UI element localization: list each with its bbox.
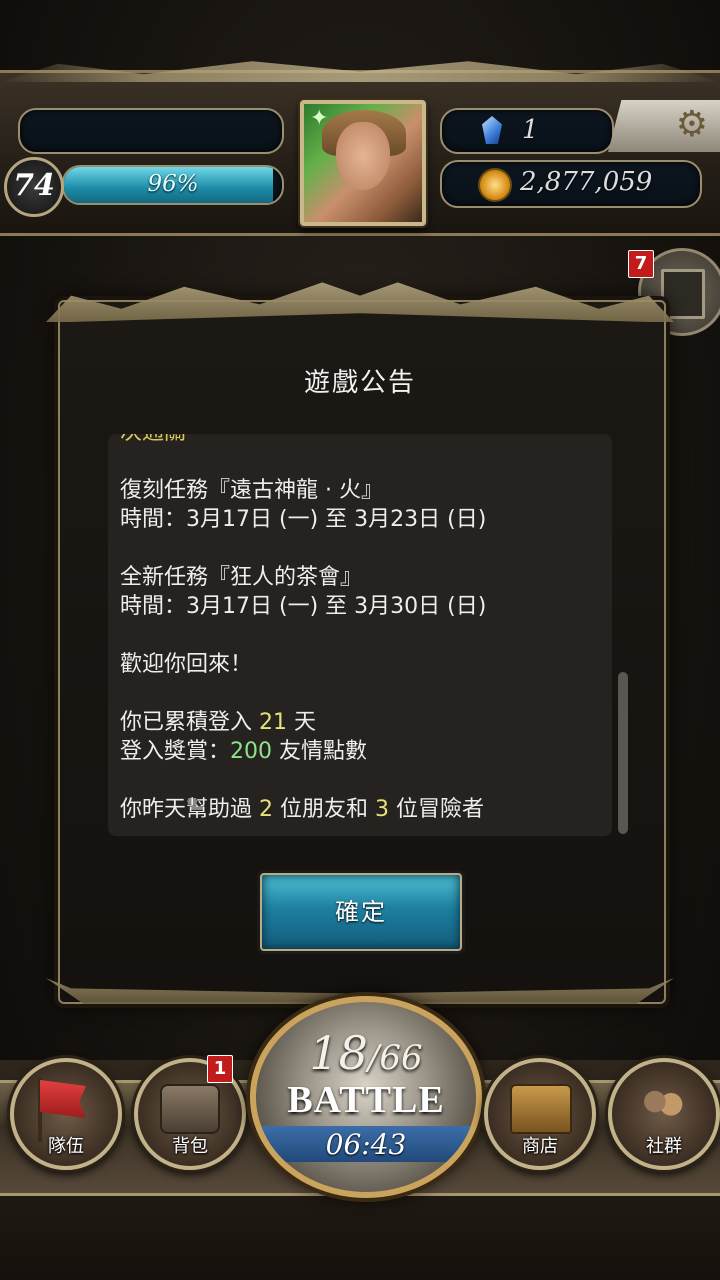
nav-bag-label: 背包 <box>172 1136 208 1157</box>
login-days-count: 21 <box>259 710 287 735</box>
login-days-prefix: 你已累積登入 <box>120 710 259 735</box>
stamina-max: /66 <box>367 1038 423 1078</box>
stamina-current: 18 <box>309 1026 368 1080</box>
nav-team-label: 隊伍 <box>48 1136 84 1157</box>
battle-label: BATTLE <box>287 1079 445 1121</box>
rerun-quest-title: 復刻任務『遠古神龍 · 火』 <box>120 478 383 503</box>
level-badge: 74 <box>4 157 64 217</box>
gem-icon <box>482 116 502 144</box>
helped-adventurers-count: 3 <box>375 797 389 822</box>
nav-shop-label: 商店 <box>522 1136 558 1157</box>
helped-friends-count: 2 <box>259 797 273 822</box>
treasure-chest-icon <box>510 1084 572 1134</box>
portrait-face <box>336 122 390 190</box>
nav-social-label: 社群 <box>646 1136 682 1157</box>
stamina-counter: 18/66 <box>256 1026 476 1080</box>
element-leaf-icon: ✦ <box>310 106 329 131</box>
helped-middle: 位朋友和 <box>273 797 375 822</box>
new-quest-time: 時間：3月17日 (一) 至 3月30日 (日) <box>120 594 487 619</box>
dialog-title: 遊戲公告 <box>303 368 416 398</box>
login-days-suffix: 天 <box>287 710 316 735</box>
login-days-line: 你已累積登入 21 天 <box>120 708 592 737</box>
login-reward-amount: 200 <box>230 739 273 764</box>
character-portrait[interactable]: ✦ <box>300 100 426 226</box>
login-reward-suffix: 友情點數 <box>272 739 368 764</box>
helped-prefix: 你昨天幫助過 <box>120 797 259 822</box>
exp-percent: 96% <box>147 171 199 197</box>
notice-content: 次通關 復刻任務『遠古神龍 · 火』 時間：3月17日 (一) 至 3月23日 … <box>120 434 592 824</box>
gold-counter: 2,877,059 <box>440 160 702 208</box>
rerun-quest-time: 時間：3月17日 (一) 至 3月23日 (日) <box>120 507 487 532</box>
confirm-button[interactable]: 確定 <box>260 873 462 951</box>
backpack-icon <box>160 1084 220 1134</box>
gold-coin-icon <box>478 168 512 202</box>
settings-button[interactable]: ⚙ <box>608 100 720 152</box>
gold-amount: 2,877,059 <box>520 167 653 197</box>
notice-clipped-line: 次通關 <box>120 434 592 447</box>
notice-scroll-area[interactable]: 次通關 復刻任務『遠古神龍 · 火』 時間：3月17日 (一) 至 3月23日 … <box>108 434 612 836</box>
stamina-timer: 06:43 <box>325 1128 407 1161</box>
nav-team-button[interactable]: 隊伍 <box>10 1058 122 1170</box>
login-reward-line: 登入獎賞：200 友情點數 <box>120 737 592 766</box>
login-reward-prefix: 登入獎賞： <box>120 739 231 764</box>
helped-line: 你昨天幫助過 2 位朋友和 3 位冒險者 <box>120 795 592 824</box>
flag-icon <box>40 1080 86 1118</box>
player-name-bar <box>18 108 284 154</box>
new-quest-title: 全新任務『狂人的茶會』 <box>120 565 363 590</box>
notice-list-icon <box>661 269 705 319</box>
notice-scrollbar[interactable] <box>618 672 628 834</box>
exp-bar: 96% <box>62 165 284 205</box>
welcome-message: 歡迎你回來！ <box>120 652 253 677</box>
battle-button[interactable]: 18/66 BATTLE 06:43 <box>250 996 482 1198</box>
gem-count: 1 <box>522 115 539 145</box>
nav-shop-button[interactable]: 商店 <box>484 1058 596 1170</box>
nav-social-button[interactable]: 社群 <box>608 1058 720 1170</box>
hud-ornament <box>0 61 720 82</box>
bag-badge: 1 <box>207 1055 233 1083</box>
people-icon <box>636 1080 690 1134</box>
gem-counter[interactable]: 1 <box>440 108 614 154</box>
settings-gear-icon: ⚙ <box>675 104 708 145</box>
notification-count-badge: 7 <box>628 250 654 278</box>
helped-suffix: 位冒險者 <box>389 797 484 822</box>
